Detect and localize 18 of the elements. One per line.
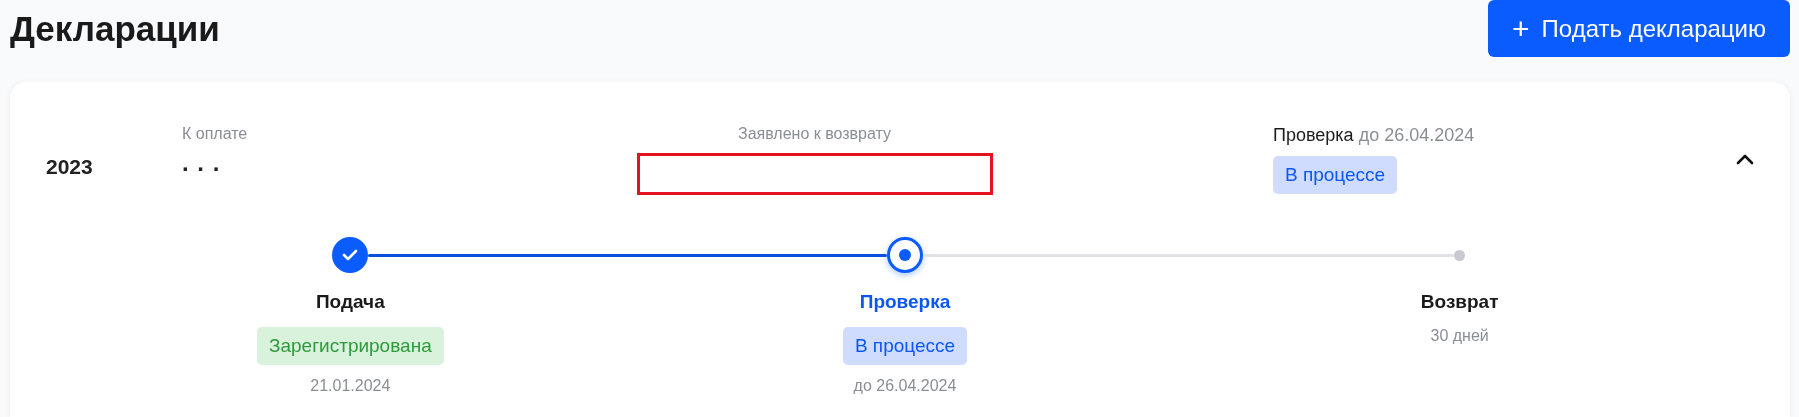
declaration-year: 2023 <box>46 155 94 179</box>
step-note: 21.01.2024 <box>310 377 391 395</box>
step-title: Возврат <box>1420 291 1499 313</box>
status-badge: В процессе <box>842 327 968 365</box>
step-title: Проверка <box>859 291 951 313</box>
step-note: до 26.04.2024 <box>853 377 957 395</box>
page-title: Декларации <box>10 9 220 49</box>
status-badge: В процессе <box>1273 156 1398 194</box>
submit-declaration-button[interactable]: + Подать декларацию <box>1488 0 1790 57</box>
check-icon <box>342 249 359 261</box>
field-value: . . . <box>182 153 222 173</box>
step-title: Подача <box>315 291 385 313</box>
check-status-text: Проверка до 26.04.2024 <box>1273 125 1476 146</box>
status-badge: Зарегистрирована <box>256 327 444 365</box>
field-label: Заявлено к возврату <box>737 125 891 143</box>
field-label: К оплате <box>182 125 249 143</box>
collapse-chevron-icon[interactable] <box>1736 153 1754 165</box>
step-note: 30 дней <box>1430 327 1489 345</box>
